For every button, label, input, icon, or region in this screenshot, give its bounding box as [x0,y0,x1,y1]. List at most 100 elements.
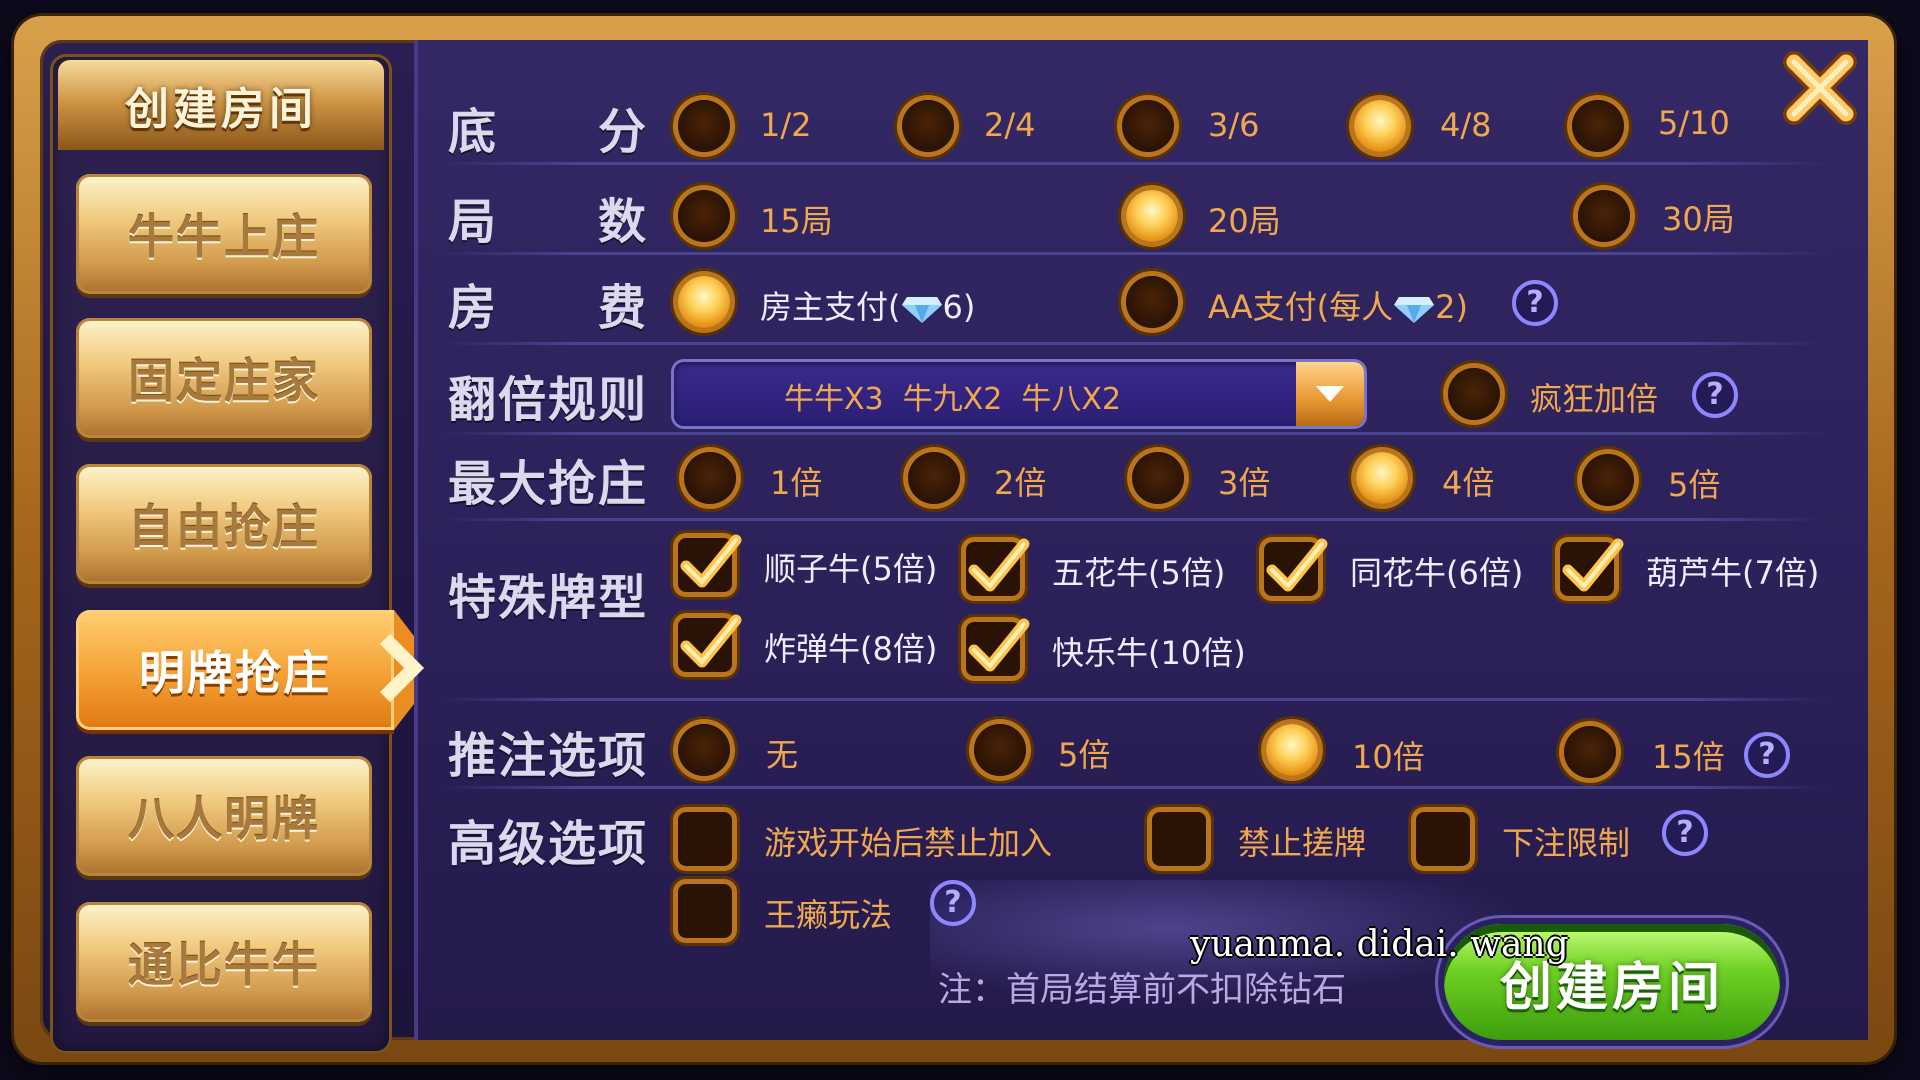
checkmark-icon [968,618,1030,672]
option-label: 2/4 [984,106,1036,144]
help-icon[interactable]: ? [1512,280,1558,326]
option-label: 30局 [1662,200,1735,238]
radio-banker-1[interactable] [684,452,736,504]
option-label: 葫芦牛(7倍) [1646,554,1820,592]
radio-base-2[interactable] [902,100,954,152]
option-label: 疯狂加倍 [1530,380,1659,418]
checkbox-bet-limit[interactable] [1416,812,1470,866]
option-label: 5倍 [1668,466,1721,504]
option-label: 王癞玩法 [764,896,893,934]
radio-base-4[interactable] [1354,100,1406,152]
row-label-rounds: 局 数 [448,194,649,250]
watermark: yuanma. didai. wang [1190,924,1569,965]
help-icon[interactable]: ? [1744,732,1790,778]
option-label: 10倍 [1352,738,1425,776]
radio-base-1[interactable] [678,100,730,152]
sidebar-item-tongbi[interactable]: 通比牛牛 [76,902,372,1022]
multiplier-dropdown[interactable]: 牛牛X3 牛九X2 牛八X2 [674,362,1364,426]
radio-banker-2[interactable] [908,452,960,504]
option-label: 房主支付( [760,288,901,326]
radio-crazy-double[interactable] [1448,368,1500,420]
dropdown-value: 牛牛X3 牛九X2 牛八X2 [784,382,1122,417]
option-label: 5/10 [1658,104,1730,142]
option-value: 2) [1435,288,1469,326]
checkmark-icon [680,614,742,668]
row-label-advanced: 高级选项 [448,816,649,872]
checkbox-wuhua[interactable] [966,538,1030,596]
option-label: 快乐牛(10倍) [1052,634,1246,672]
checkmark-icon [1266,538,1328,592]
radio-rounds-30[interactable] [1578,190,1630,242]
checkbox-kuaile[interactable] [966,618,1030,676]
option-label: 五花牛(5倍) [1052,554,1226,592]
option-label: 1/2 [760,106,812,144]
option-label: 4倍 [1442,464,1495,502]
option-label: 顺子牛(5倍) [764,550,938,588]
row-label-multiplier: 翻倍规则 [448,372,649,428]
sidebar-item-eight-open[interactable]: 八人明牌 [76,756,372,876]
option-value: 6) [942,288,976,326]
checkbox-tonghua[interactable] [1264,538,1328,596]
option-label: 游戏开始后禁止加入 [764,824,1053,862]
radio-base-3[interactable] [1122,100,1174,152]
option-label: 1倍 [770,464,823,502]
radio-rounds-15[interactable] [678,190,730,242]
radio-base-5[interactable] [1572,100,1624,152]
radio-push-5[interactable] [974,724,1026,776]
row-label-max-banker: 最大抢庄 [448,456,649,512]
option-label: 2倍 [994,464,1047,502]
checkmark-icon [680,534,742,588]
sidebar-item-free-grab[interactable]: 自由抢庄 [76,464,372,584]
option-label: AA支付(每人 [1208,288,1394,326]
diamond-icon [901,297,942,323]
checkbox-no-rub-cards[interactable] [1152,812,1206,866]
row-divider [438,698,1828,701]
row-divider [438,432,1828,435]
checkbox-zhadan[interactable] [678,614,742,672]
sidebar-item-niuniu-banker[interactable]: 牛牛上庄 [76,174,372,294]
sidebar-item-open-grab[interactable]: 明牌抢庄 [76,610,440,730]
checkmark-icon [1562,538,1624,592]
radio-banker-5[interactable] [1582,454,1634,506]
row-divider [438,786,1828,789]
help-icon[interactable]: ? [1692,372,1738,418]
option-label: 3/6 [1208,106,1260,144]
checkbox-hulu[interactable] [1560,538,1624,596]
radio-push-15[interactable] [1564,726,1616,778]
help-icon[interactable]: ? [1662,810,1708,856]
close-icon[interactable] [1780,48,1860,128]
row-label-room-fee: 房 费 [448,280,649,336]
option-label: 15局 [760,202,833,240]
row-divider [438,342,1828,345]
sidebar-item-fixed-banker[interactable]: 固定庄家 [76,318,372,438]
sidebar-item-label: 明牌抢庄 [139,646,331,700]
footer-note: 注：首局结算前不扣除钻石 [938,970,1346,1010]
option-label: 同花牛(6倍) [1350,554,1524,592]
row-label-special: 特殊牌型 [448,570,649,626]
checkbox-wildcard-mode[interactable] [678,884,732,938]
checkbox-shunzi[interactable] [678,534,742,592]
radio-banker-3[interactable] [1132,452,1184,504]
option-label: 20局 [1208,202,1281,240]
checkmark-icon [968,538,1030,592]
radio-banker-4[interactable] [1356,452,1408,504]
option-label: 下注限制 [1502,824,1631,862]
radio-rounds-20[interactable] [1126,190,1178,242]
option-label: 4/8 [1440,106,1492,144]
radio-fee-aa[interactable] [1126,276,1178,328]
option-label: 3倍 [1218,464,1271,502]
radio-push-10[interactable] [1266,724,1318,776]
option-label: 炸弹牛(8倍) [764,630,938,668]
radio-push-none[interactable] [678,724,730,776]
fee-aa-label: AA支付(每人 2) [1208,282,1468,328]
row-label-base-score: 底 分 [448,104,649,160]
mode-sidebar: 创建房间 牛牛上庄 固定庄家 自由抢庄 明牌抢庄 八人明牌 通比牛牛 [50,54,440,1054]
chevron-down-icon[interactable] [1296,362,1364,426]
row-label-push-bet: 推注选项 [448,728,649,784]
row-divider [438,252,1828,255]
fee-owner-label: 房主支付( 6) [760,282,975,328]
radio-fee-owner[interactable] [678,276,730,328]
diamond-icon [1394,297,1435,323]
checkbox-no-join-after-start[interactable] [678,812,732,866]
sidebar-title: 创建房间 [58,60,384,150]
